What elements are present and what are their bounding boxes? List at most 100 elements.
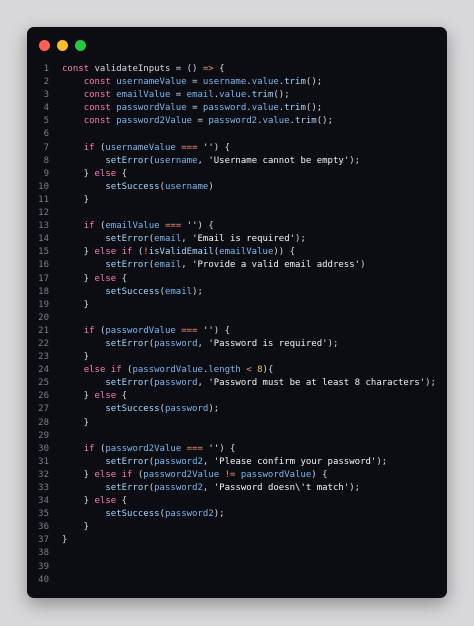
code-token: emailValue (219, 247, 274, 258)
code-token: ) { (213, 325, 231, 336)
line-source (49, 312, 62, 325)
code-token: password2 (164, 509, 214, 520)
code-window: 1 const validateInputs = () => {2 const u… (27, 27, 447, 598)
code-token: ) (208, 181, 214, 192)
code-token: = (186, 77, 203, 88)
code-token: } (62, 496, 95, 507)
code-token: const (62, 64, 95, 74)
line-number: 7 (43, 142, 49, 153)
code-line: 11 } (27, 194, 447, 207)
line-source: if (password2Value === '') { (49, 443, 236, 456)
code-token: else (94, 496, 117, 507)
code-token: value (262, 116, 290, 127)
code-line: 12 (27, 207, 447, 220)
code-token: } (62, 522, 90, 533)
code-token: trim (295, 116, 317, 127)
line-number: 8 (43, 155, 49, 166)
code-line: 38 (27, 547, 447, 560)
code-token: '' (202, 142, 214, 153)
code-token: , (197, 378, 209, 389)
code-token: validateInputs = () (94, 64, 203, 74)
code-token: password (154, 338, 198, 349)
code-token: email (186, 90, 214, 101)
code-token: setError (105, 234, 149, 245)
code-token: else (94, 273, 117, 284)
code-token: ) { (197, 221, 214, 232)
line-source: } (49, 417, 89, 430)
line-source (49, 207, 62, 220)
code-token: else if (94, 247, 133, 258)
code-token: ){ (262, 365, 274, 376)
line-number: 6 (43, 129, 49, 140)
code-token: if (83, 142, 95, 153)
code-token: ); (349, 155, 361, 166)
minimize-dot-icon[interactable] (57, 40, 68, 51)
code-line: 28 } (27, 417, 447, 430)
code-token: value (251, 77, 279, 88)
code-token: 'Username cannot be empty' (208, 155, 350, 166)
code-token: , (197, 155, 209, 166)
code-token: != (224, 469, 236, 480)
code-token: password2Value (143, 469, 220, 480)
line-source (49, 574, 62, 587)
line-source: setError(email, 'Email is required'); (49, 233, 306, 246)
line-number: 17 (38, 273, 49, 284)
code-token: ); (376, 456, 388, 467)
line-source: setError(password2, 'Please confirm your… (49, 456, 387, 469)
code-token: } (62, 194, 90, 205)
line-source: } (49, 534, 67, 547)
code-token: { (116, 496, 128, 507)
line-number: 39 (38, 561, 49, 572)
line-source: setSuccess(email); (49, 286, 203, 299)
code-line: 14 setError(email, 'Email is required'); (27, 233, 447, 246)
line-source: } else { (49, 168, 127, 181)
line-source: } (49, 299, 89, 312)
close-dot-icon[interactable] (39, 40, 50, 51)
code-line: 17 } else { (27, 273, 447, 286)
code-line: 36 } (27, 521, 447, 534)
code-token: , (181, 234, 193, 245)
line-number: 25 (38, 378, 49, 389)
line-source: if (emailValue === '') { (49, 220, 214, 233)
maximize-dot-icon[interactable] (75, 40, 86, 51)
code-line: 22 setError(password, 'Password is requi… (27, 338, 447, 351)
line-source (49, 547, 62, 560)
line-number: 26 (38, 391, 49, 402)
line-number: 15 (38, 247, 49, 258)
code-token: setSuccess (105, 404, 160, 415)
code-token: ); (192, 286, 203, 297)
line-number: 11 (38, 194, 49, 205)
code-line: 20 (27, 312, 447, 325)
line-number: 22 (38, 338, 49, 349)
line-source: const emailValue = email.value.trim(); (49, 89, 290, 102)
code-line: 24 else if (passwordValue.length < 8){ (27, 364, 447, 377)
line-number: 16 (38, 260, 49, 271)
code-token: setError (105, 456, 149, 467)
code-token: password (202, 103, 247, 114)
code-token: email (164, 286, 193, 297)
line-source: else if (passwordValue.length < 8){ (49, 364, 274, 377)
code-token: { (116, 273, 128, 284)
line-number: 34 (38, 496, 49, 507)
code-token: email (154, 260, 182, 271)
code-line: 7 if (usernameValue === '') { (27, 142, 447, 155)
code-token: value (219, 90, 247, 101)
code-token: trim (284, 103, 306, 114)
code-token: password2 (154, 456, 203, 467)
code-line: 9 } else { (27, 168, 447, 181)
code-token: username (202, 77, 247, 88)
line-source: if (passwordValue === '') { (49, 325, 230, 338)
code-token: 'Password must be at least 8 characters' (208, 378, 426, 389)
code-token: ) { (219, 443, 236, 454)
code-token: if (83, 325, 95, 336)
code-token: } (62, 469, 95, 480)
code-line: 32 } else if (password2Value != password… (27, 469, 447, 482)
